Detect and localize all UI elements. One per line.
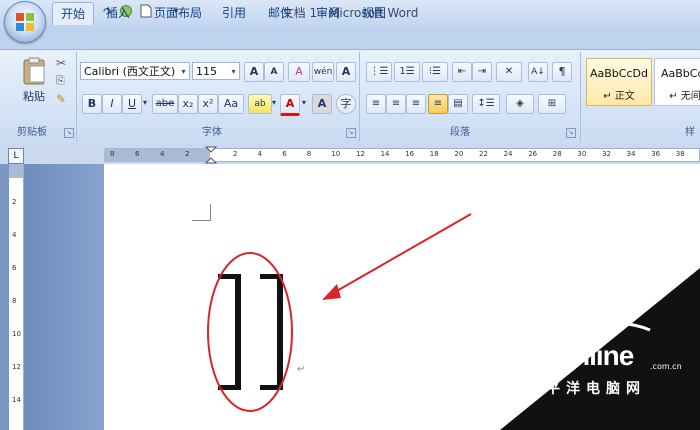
watermark-chinese: 太平洋电脑网 <box>526 381 646 397</box>
office-button[interactable] <box>4 1 46 43</box>
watermark-brand: PConline <box>520 340 634 371</box>
annotation-arrow-line <box>327 213 472 297</box>
annotation-arrow-head <box>322 284 341 300</box>
watermark-suffix: .com.cn <box>650 362 682 371</box>
office-logo-icon <box>16 13 34 31</box>
annotation-ellipse <box>207 252 293 412</box>
